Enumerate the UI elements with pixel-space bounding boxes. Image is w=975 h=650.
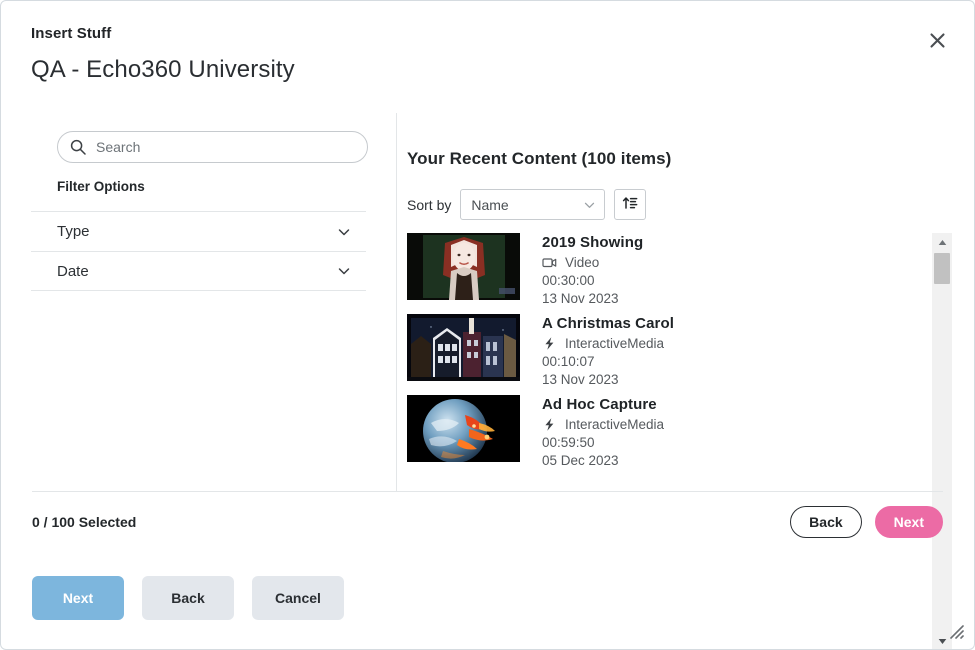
- sort-by-label: Sort by: [407, 196, 452, 213]
- filter-label-date: Date: [57, 262, 89, 280]
- resize-grip-icon[interactable]: [947, 622, 965, 640]
- item-duration: 00:30:00: [542, 273, 595, 288]
- insert-stuff-dialog: Insert Stuff QA - Echo360 University F: [0, 0, 975, 650]
- scroll-down-arrow-icon: [938, 632, 947, 650]
- sort-select-wrapper: Name: [460, 189, 606, 220]
- sort-ascending-icon: [622, 195, 639, 215]
- item-type-label: InteractiveMedia: [565, 417, 665, 432]
- filter-label-type: Type: [57, 223, 90, 240]
- item-type-row: InteractiveMedia: [542, 417, 664, 432]
- item-duration: 00:10:07: [542, 354, 595, 369]
- content-pane: Your Recent Content (100 items) Sort by …: [397, 113, 974, 491]
- bottom-back-button[interactable]: Back: [142, 576, 234, 620]
- search-field-wrapper: [57, 131, 368, 163]
- dialog-header: Insert Stuff QA - Echo360 University: [1, 1, 974, 84]
- item-title: Ad Hoc Capture: [542, 396, 657, 413]
- list-item[interactable]: Ad Hoc Capture InteractiveMedia 00:59:50…: [407, 395, 920, 468]
- page-title: QA - Echo360 University: [31, 56, 295, 83]
- item-thumbnail: [407, 314, 520, 381]
- item-type-label: Video: [565, 255, 600, 270]
- bottom-next-button[interactable]: Next: [32, 576, 124, 620]
- content-list-scrollbar[interactable]: [932, 233, 952, 649]
- item-date: 13 Nov 2023: [542, 291, 619, 306]
- item-details: 2019 Showing Video 00:30:00 13 Nov 2023: [542, 233, 643, 306]
- next-button[interactable]: Next: [874, 506, 943, 538]
- dialog-eyebrow: Insert Stuff: [31, 25, 112, 42]
- lightning-bolt-icon: [542, 336, 557, 351]
- back-button[interactable]: Back: [790, 506, 862, 538]
- scroll-up-button[interactable]: [932, 233, 952, 250]
- scrollbar-thumb[interactable]: [934, 253, 950, 284]
- search-input[interactable]: [57, 131, 368, 163]
- sort-by-select[interactable]: Name: [460, 189, 606, 220]
- close-button[interactable]: [925, 28, 949, 52]
- filter-accordion: Type Date: [31, 211, 366, 291]
- scroll-up-arrow-icon: [938, 233, 947, 251]
- close-icon: [929, 32, 946, 49]
- sort-bar: Sort by Name: [407, 189, 974, 220]
- item-details: Ad Hoc Capture InteractiveMedia 00:59:50…: [542, 395, 664, 468]
- item-thumbnail: [407, 395, 520, 462]
- item-duration: 00:59:50: [542, 435, 595, 450]
- item-title: 2019 Showing: [542, 234, 644, 251]
- item-title: A Christmas Carol: [542, 315, 675, 332]
- content-heading: Your Recent Content (100 items): [407, 149, 672, 168]
- item-details: A Christmas Carol InteractiveMedia 00:10…: [542, 314, 674, 387]
- dialog-action-bar: Next Back Cancel: [32, 576, 344, 620]
- video-camera-icon: [542, 255, 557, 270]
- filter-options-label: Filter Options: [57, 179, 145, 194]
- lightning-bolt-icon: [542, 417, 557, 432]
- item-date: 13 Nov 2023: [542, 372, 619, 387]
- chevron-down-icon: [336, 224, 352, 240]
- dialog-body: Filter Options Type Date: [1, 113, 974, 491]
- item-type-row: Video: [542, 255, 643, 270]
- content-list[interactable]: 2019 Showing Video 00:30:00 13 Nov 2023 …: [407, 233, 920, 491]
- chevron-down-icon: [336, 263, 352, 279]
- item-type-row: InteractiveMedia: [542, 336, 674, 351]
- sort-direction-button[interactable]: [614, 189, 647, 220]
- selection-footer: 0 / 100 Selected Back Next: [1, 492, 974, 552]
- filter-sidebar: Filter Options Type Date: [1, 113, 397, 491]
- filter-row-type[interactable]: Type: [31, 211, 366, 251]
- item-type-label: InteractiveMedia: [565, 336, 665, 351]
- bottom-cancel-button[interactable]: Cancel: [252, 576, 344, 620]
- item-date: 05 Dec 2023: [542, 453, 619, 468]
- selection-actions: Back Next: [790, 506, 943, 538]
- list-item[interactable]: 2019 Showing Video 00:30:00 13 Nov 2023: [407, 233, 920, 306]
- selection-count: 0 / 100 Selected: [32, 514, 137, 530]
- filter-row-date[interactable]: Date: [31, 251, 366, 291]
- list-item[interactable]: A Christmas Carol InteractiveMedia 00:10…: [407, 314, 920, 387]
- item-thumbnail: [407, 233, 520, 300]
